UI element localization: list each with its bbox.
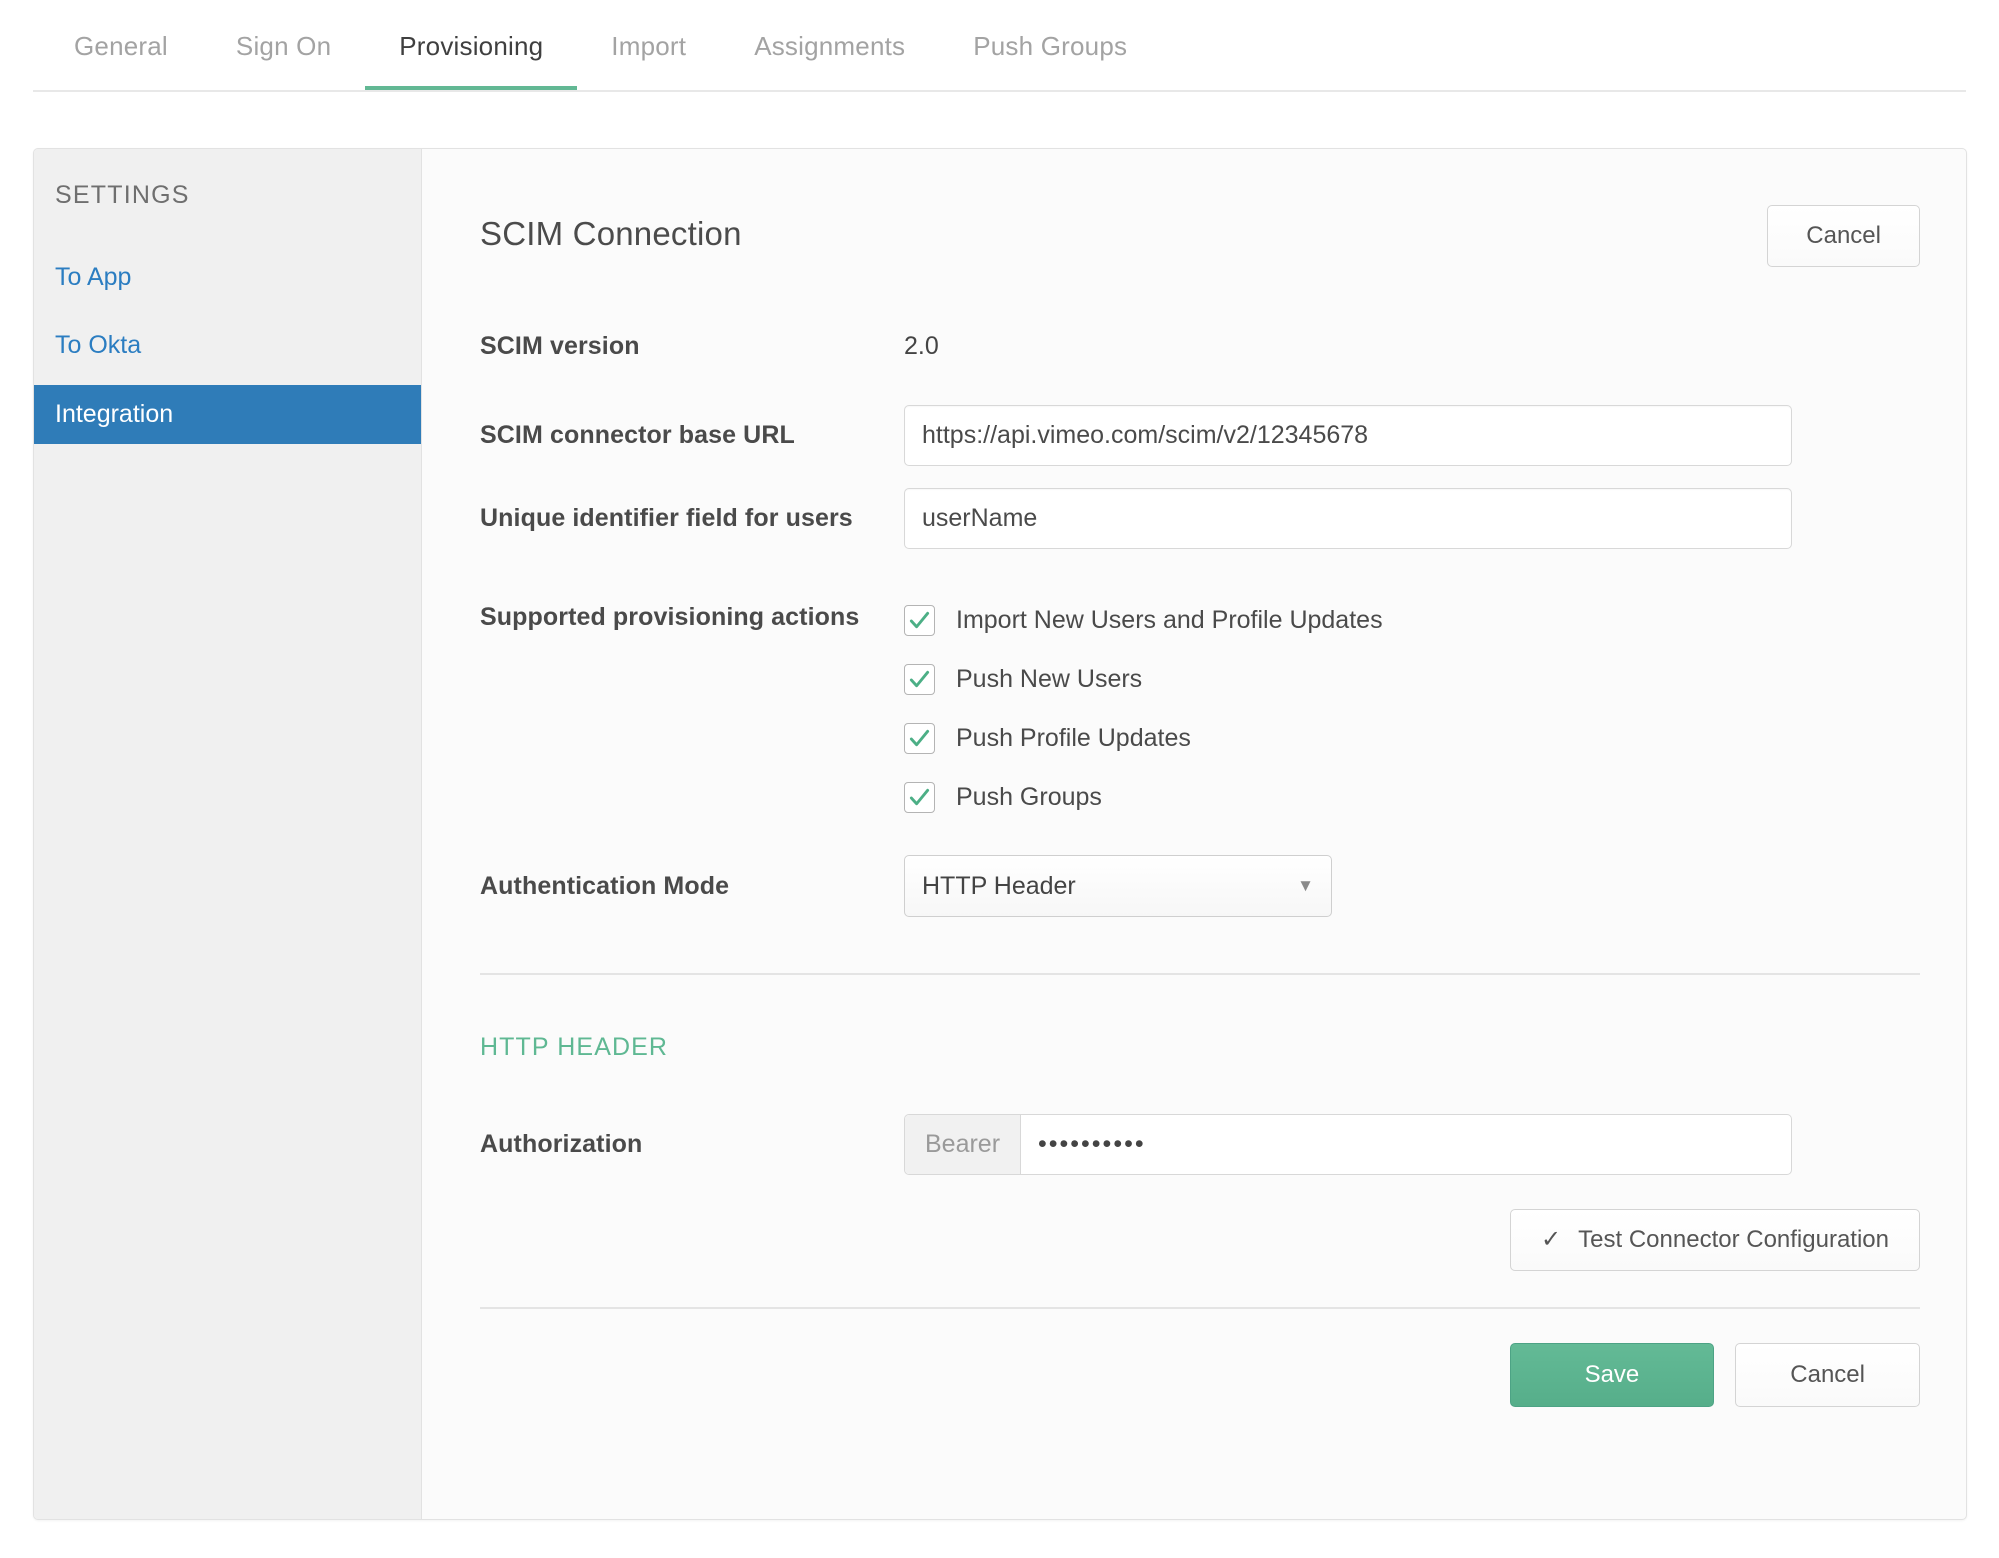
scim-base-url-input[interactable] <box>904 405 1792 466</box>
test-connector-configuration-button[interactable]: ✓ Test Connector Configuration <box>1510 1209 1920 1271</box>
authentication-mode-label: Authentication Mode <box>480 871 730 900</box>
settings-sidebar: SETTINGS To App To Okta Integration <box>34 149 422 1519</box>
checkbox-label: Push Groups <box>956 783 1102 811</box>
checkmark-icon <box>904 782 935 813</box>
section-divider-top <box>480 973 1920 975</box>
cancel-button-top[interactable]: Cancel <box>1767 205 1920 267</box>
scim-base-url-label: SCIM connector base URL <box>480 421 795 449</box>
app-tab-bar: General Sign On Provisioning Import Assi… <box>0 0 1999 92</box>
checkbox-push-groups[interactable]: Push Groups <box>904 768 1383 827</box>
checkbox-label: Push Profile Updates <box>956 724 1191 752</box>
tab-bar-divider <box>33 90 1966 92</box>
tab-import[interactable]: Import <box>577 0 720 92</box>
unique-identifier-label: Unique identifier field for users <box>480 504 853 532</box>
bearer-prefix-label: Bearer <box>905 1115 1022 1174</box>
unique-identifier-input[interactable] <box>904 488 1792 549</box>
tab-push-groups[interactable]: Push Groups <box>939 0 1161 92</box>
tab-general[interactable]: General <box>40 0 202 92</box>
tab-label: General <box>74 30 168 61</box>
authentication-mode-select-wrapper: HTTP Header ▼ <box>904 855 1332 917</box>
tab-label: Import <box>611 30 687 61</box>
scim-version-row: SCIM version 2.0 <box>480 323 1920 369</box>
check-icon: ✓ <box>1541 1226 1562 1253</box>
authorization-input-group: Bearer <box>904 1114 1792 1175</box>
checkbox-label: Push New Users <box>956 665 1143 693</box>
provisioning-actions-row: Supported provisioning actions Import Ne… <box>480 589 1920 827</box>
page-title: SCIM Connection <box>480 215 742 252</box>
tab-label: Provisioning <box>399 30 544 61</box>
scim-base-url-row: SCIM connector base URL <box>480 405 1920 466</box>
sidebar-item-label: To Okta <box>55 331 142 360</box>
tab-list: General Sign On Provisioning Import Assi… <box>0 0 1999 92</box>
checkmark-icon <box>904 664 935 695</box>
provisioning-actions-list: Import New Users and Profile Updates Pus… <box>904 589 1383 827</box>
authorization-label: Authorization <box>480 1130 643 1158</box>
authorization-token-input[interactable] <box>1021 1115 1791 1174</box>
checkbox-import-new-users[interactable]: Import New Users and Profile Updates <box>904 591 1383 650</box>
form-footer-actions: Save Cancel <box>480 1343 1920 1407</box>
cancel-button-bottom[interactable]: Cancel <box>1735 1343 1920 1407</box>
test-connector-label: Test Connector Configuration <box>1578 1226 1889 1253</box>
checkbox-label: Import New Users and Profile Updates <box>956 606 1383 634</box>
unique-identifier-row: Unique identifier field for users <box>480 488 1920 549</box>
tab-provisioning[interactable]: Provisioning <box>365 0 578 92</box>
checkmark-icon <box>904 605 935 636</box>
tab-assignments[interactable]: Assignments <box>720 0 939 92</box>
tab-label: Sign On <box>235 30 332 61</box>
sidebar-item-to-okta[interactable]: To Okta <box>34 316 421 375</box>
authentication-mode-select[interactable]: HTTP Header <box>904 855 1332 917</box>
test-connector-row: ✓ Test Connector Configuration <box>480 1209 1920 1271</box>
scim-version-label: SCIM version <box>480 331 640 360</box>
authorization-row: Authorization Bearer <box>480 1114 1920 1175</box>
sidebar-item-integration[interactable]: Integration <box>34 384 421 444</box>
sidebar-item-to-app[interactable]: To App <box>34 248 421 307</box>
provisioning-actions-label: Supported provisioning actions <box>480 603 860 631</box>
tab-label: Assignments <box>754 30 906 61</box>
section-divider-bottom <box>480 1307 1920 1309</box>
authentication-mode-row: Authentication Mode HTTP Header ▼ <box>480 855 1920 917</box>
http-header-subsection-title: HTTP HEADER <box>480 1033 669 1061</box>
tab-sign-on[interactable]: Sign On <box>202 0 365 92</box>
sidebar-item-label: Integration <box>55 399 174 428</box>
content-header: SCIM Connection Cancel <box>480 205 1920 267</box>
checkmark-icon <box>904 723 935 754</box>
tab-label: Push Groups <box>973 30 1128 61</box>
scim-connection-content: SCIM Connection Cancel SCIM version 2.0 … <box>422 149 1966 1519</box>
provisioning-panel: SETTINGS To App To Okta Integration SCIM… <box>33 148 1967 1520</box>
scim-version-value: 2.0 <box>904 331 939 360</box>
sidebar-item-label: To App <box>55 263 132 291</box>
checkbox-push-new-users[interactable]: Push New Users <box>904 650 1383 709</box>
checkbox-push-profile-updates[interactable]: Push Profile Updates <box>904 709 1383 768</box>
save-button[interactable]: Save <box>1509 1343 1715 1407</box>
sidebar-heading: SETTINGS <box>55 181 190 209</box>
